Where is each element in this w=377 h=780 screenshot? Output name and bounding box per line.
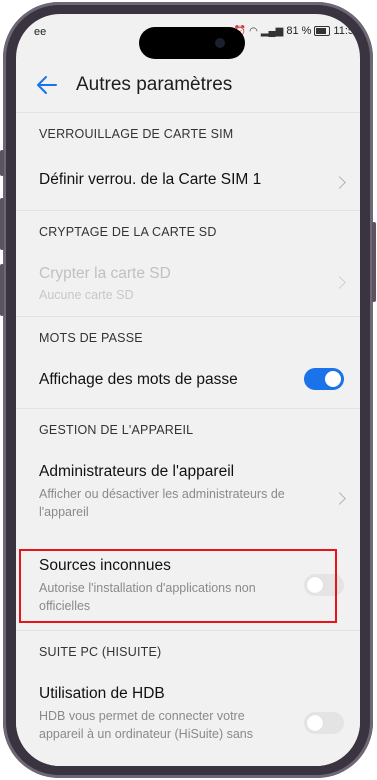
section-header-passwords: MOTS DE PASSE (16, 316, 360, 358)
clock: 11:5 (333, 25, 354, 37)
unknown-sources-item[interactable]: Sources inconnues Autorise l'installatio… (16, 544, 360, 630)
highlight-box (19, 549, 337, 623)
dynamic-island (139, 27, 245, 59)
show-passwords-item[interactable]: Affichage des mots de passe (16, 358, 360, 408)
carrier-label: ee (34, 26, 47, 38)
back-arrow-icon[interactable] (36, 74, 58, 96)
bottom-area (16, 746, 360, 766)
section-header-pc-suite: SUITE PC (HISUITE) (16, 630, 360, 672)
signal-icon: ▂▄▆ (260, 25, 284, 37)
sim-lock-title: Définir verrou. de la Carte SIM 1 (39, 171, 262, 188)
battery-icon (314, 26, 331, 36)
sim-lock-item[interactable]: Définir verrou. de la Carte SIM 1 (16, 154, 360, 210)
settings-list: VERROUILLAGE DE CARTE SIM Définir verrou… (16, 112, 360, 766)
wifi-icon: ◠ (249, 25, 258, 37)
hdb-title: Utilisation de HDB (39, 685, 165, 702)
section-header-sd: CRYPTAGE DE LA CARTE SD (16, 210, 360, 252)
phone-frame: ee ⏰ ◠ ▂▄▆ 81 % 11:5 Autres paramètres V… (0, 2, 376, 778)
section-header-device: GESTION DE L'APPAREIL (16, 408, 360, 450)
phone-screen: ee ⏰ ◠ ▂▄▆ 81 % 11:5 Autres paramètres V… (16, 14, 360, 766)
power-button (372, 222, 376, 302)
device-admins-subtitle: Afficher ou désactiver les administrateu… (39, 487, 285, 519)
volume-down-button (0, 264, 4, 316)
status-icons: ⏰ ◠ ▂▄▆ 81 % 11:5 (234, 25, 354, 37)
front-camera (215, 38, 225, 48)
page-title: Autres paramètres (76, 74, 233, 95)
device-admins-item[interactable]: Administrateurs de l'appareil Afficher o… (16, 450, 360, 544)
hdb-toggle[interactable] (304, 712, 344, 734)
mute-switch (0, 150, 4, 176)
sd-encrypt-item[interactable]: Crypter la carte SD Aucune carte SD (16, 252, 360, 316)
show-passwords-toggle[interactable] (304, 368, 344, 390)
section-header-sim: VERROUILLAGE DE CARTE SIM (16, 112, 360, 154)
battery-percent: 81 % (286, 25, 312, 37)
sd-encrypt-title: Crypter la carte SD (39, 265, 171, 282)
sd-encrypt-subtitle: Aucune carte SD (39, 288, 134, 302)
app-bar: Autres paramètres (16, 60, 360, 112)
volume-up-button (0, 198, 4, 250)
device-admins-title: Administrateurs de l'appareil (39, 463, 235, 480)
